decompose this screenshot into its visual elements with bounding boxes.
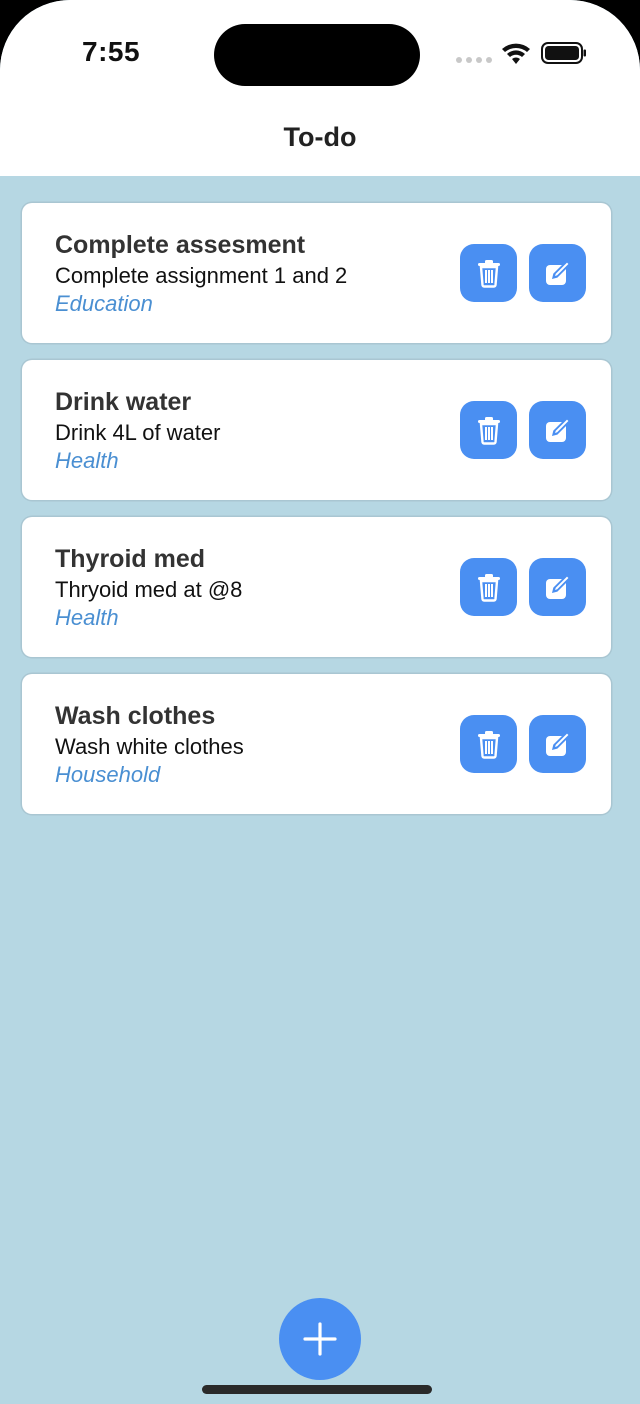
signal-dots-icon	[456, 57, 492, 63]
todo-card: Complete assesment Complete assignment 1…	[22, 203, 611, 343]
todo-title: Wash clothes	[55, 702, 216, 730]
todo-card: Thyroid med Thryoid med at @8 Health	[22, 517, 611, 657]
edit-icon	[545, 416, 571, 442]
delete-button[interactable]	[460, 715, 517, 773]
phone-frame: 7:55 To-do Complete assesment Complete a…	[0, 0, 640, 1404]
edit-button[interactable]	[529, 715, 586, 773]
todo-category: Education	[55, 291, 153, 316]
todo-description: Drink 4L of water	[55, 420, 221, 445]
dynamic-island	[214, 24, 420, 86]
status-time: 7:55	[82, 36, 141, 67]
todo-category: Household	[55, 762, 161, 787]
delete-button[interactable]	[460, 558, 517, 616]
edit-icon	[545, 259, 571, 285]
trash-icon	[477, 574, 500, 602]
todo-category: Health	[55, 605, 119, 630]
edit-button[interactable]	[529, 244, 586, 302]
todo-title: Thyroid med	[55, 545, 206, 573]
todo-category: Health	[55, 448, 119, 473]
delete-button[interactable]	[460, 401, 517, 459]
todo-card: Drink water Drink 4L of water Health	[22, 360, 611, 500]
page-title: To-do	[283, 122, 357, 152]
edit-button[interactable]	[529, 558, 586, 616]
todo-description: Complete assignment 1 and 2	[55, 263, 348, 288]
delete-button[interactable]	[460, 244, 517, 302]
edit-button[interactable]	[529, 401, 586, 459]
edit-icon	[545, 730, 571, 756]
app-screen: 7:55 To-do Complete assesment Complete a…	[0, 0, 640, 1404]
home-indicator[interactable]	[202, 1385, 432, 1394]
plus-icon	[303, 1322, 337, 1356]
todo-title: Drink water	[55, 388, 192, 416]
todo-title: Complete assesment	[55, 231, 306, 259]
edit-icon	[545, 573, 571, 599]
trash-icon	[477, 731, 500, 759]
trash-icon	[477, 260, 500, 288]
todo-card: Wash clothes Wash white clothes Househol…	[22, 674, 611, 814]
add-todo-button[interactable]	[279, 1298, 361, 1380]
wifi-icon	[502, 43, 530, 64]
todo-description: Wash white clothes	[55, 734, 244, 759]
battery-icon	[541, 42, 586, 64]
header-bar: 7:55 To-do	[0, 0, 640, 176]
trash-icon	[477, 417, 500, 445]
todo-description: Thryoid med at @8	[55, 577, 243, 602]
